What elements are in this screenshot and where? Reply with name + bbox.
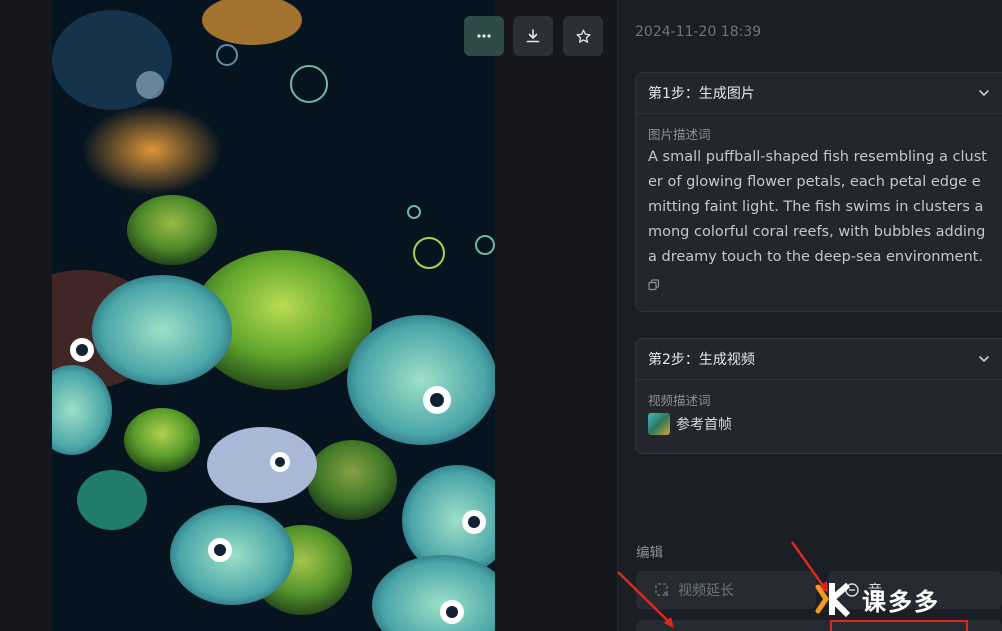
video-prompt-label: 视频描述词 xyxy=(648,393,711,408)
reference-frame[interactable]: 参考首帧 xyxy=(648,413,991,435)
step2-title: 第2步：生成视频 xyxy=(648,352,755,368)
left-gutter xyxy=(0,0,52,631)
fish-artwork xyxy=(52,0,495,631)
image-gutter xyxy=(495,0,617,631)
copy-icon xyxy=(648,279,660,291)
image-prompt-label: 图片描述词 xyxy=(648,127,711,142)
copy-button[interactable] xyxy=(648,276,991,295)
step1-title: 第1步：生成图片 xyxy=(648,86,755,102)
step2-card: 第2步：生成视频 视频描述词 参考首帧 xyxy=(635,338,1002,454)
created-timestamp: 2024-11-20 18:39 xyxy=(635,24,762,40)
step1-card: 第1步：生成图片 图片描述词 A small puffball-shaped f… xyxy=(635,72,1002,312)
favorite-button[interactable] xyxy=(563,16,603,56)
more-button[interactable] xyxy=(464,16,504,56)
download-button[interactable] xyxy=(513,16,553,56)
reference-frame-label: 参考首帧 xyxy=(676,417,732,433)
generated-image[interactable] xyxy=(52,0,495,631)
step1-header[interactable]: 第1步：生成图片 xyxy=(636,73,1002,114)
reference-thumbnail xyxy=(648,413,670,435)
more-horizontal-icon xyxy=(477,34,491,38)
watermark-text: 课多多 xyxy=(862,587,940,616)
brand-logo-icon xyxy=(815,582,851,618)
step2-header[interactable]: 第2步：生成视频 xyxy=(636,339,1002,380)
chevron-down-icon xyxy=(979,356,989,363)
star-icon xyxy=(575,28,591,43)
download-icon xyxy=(526,29,540,43)
watermark: 课多多 xyxy=(812,572,1002,626)
image-prompt-text: A small puffball-shaped fish resembling … xyxy=(648,149,987,265)
chevron-down-icon xyxy=(979,90,989,97)
